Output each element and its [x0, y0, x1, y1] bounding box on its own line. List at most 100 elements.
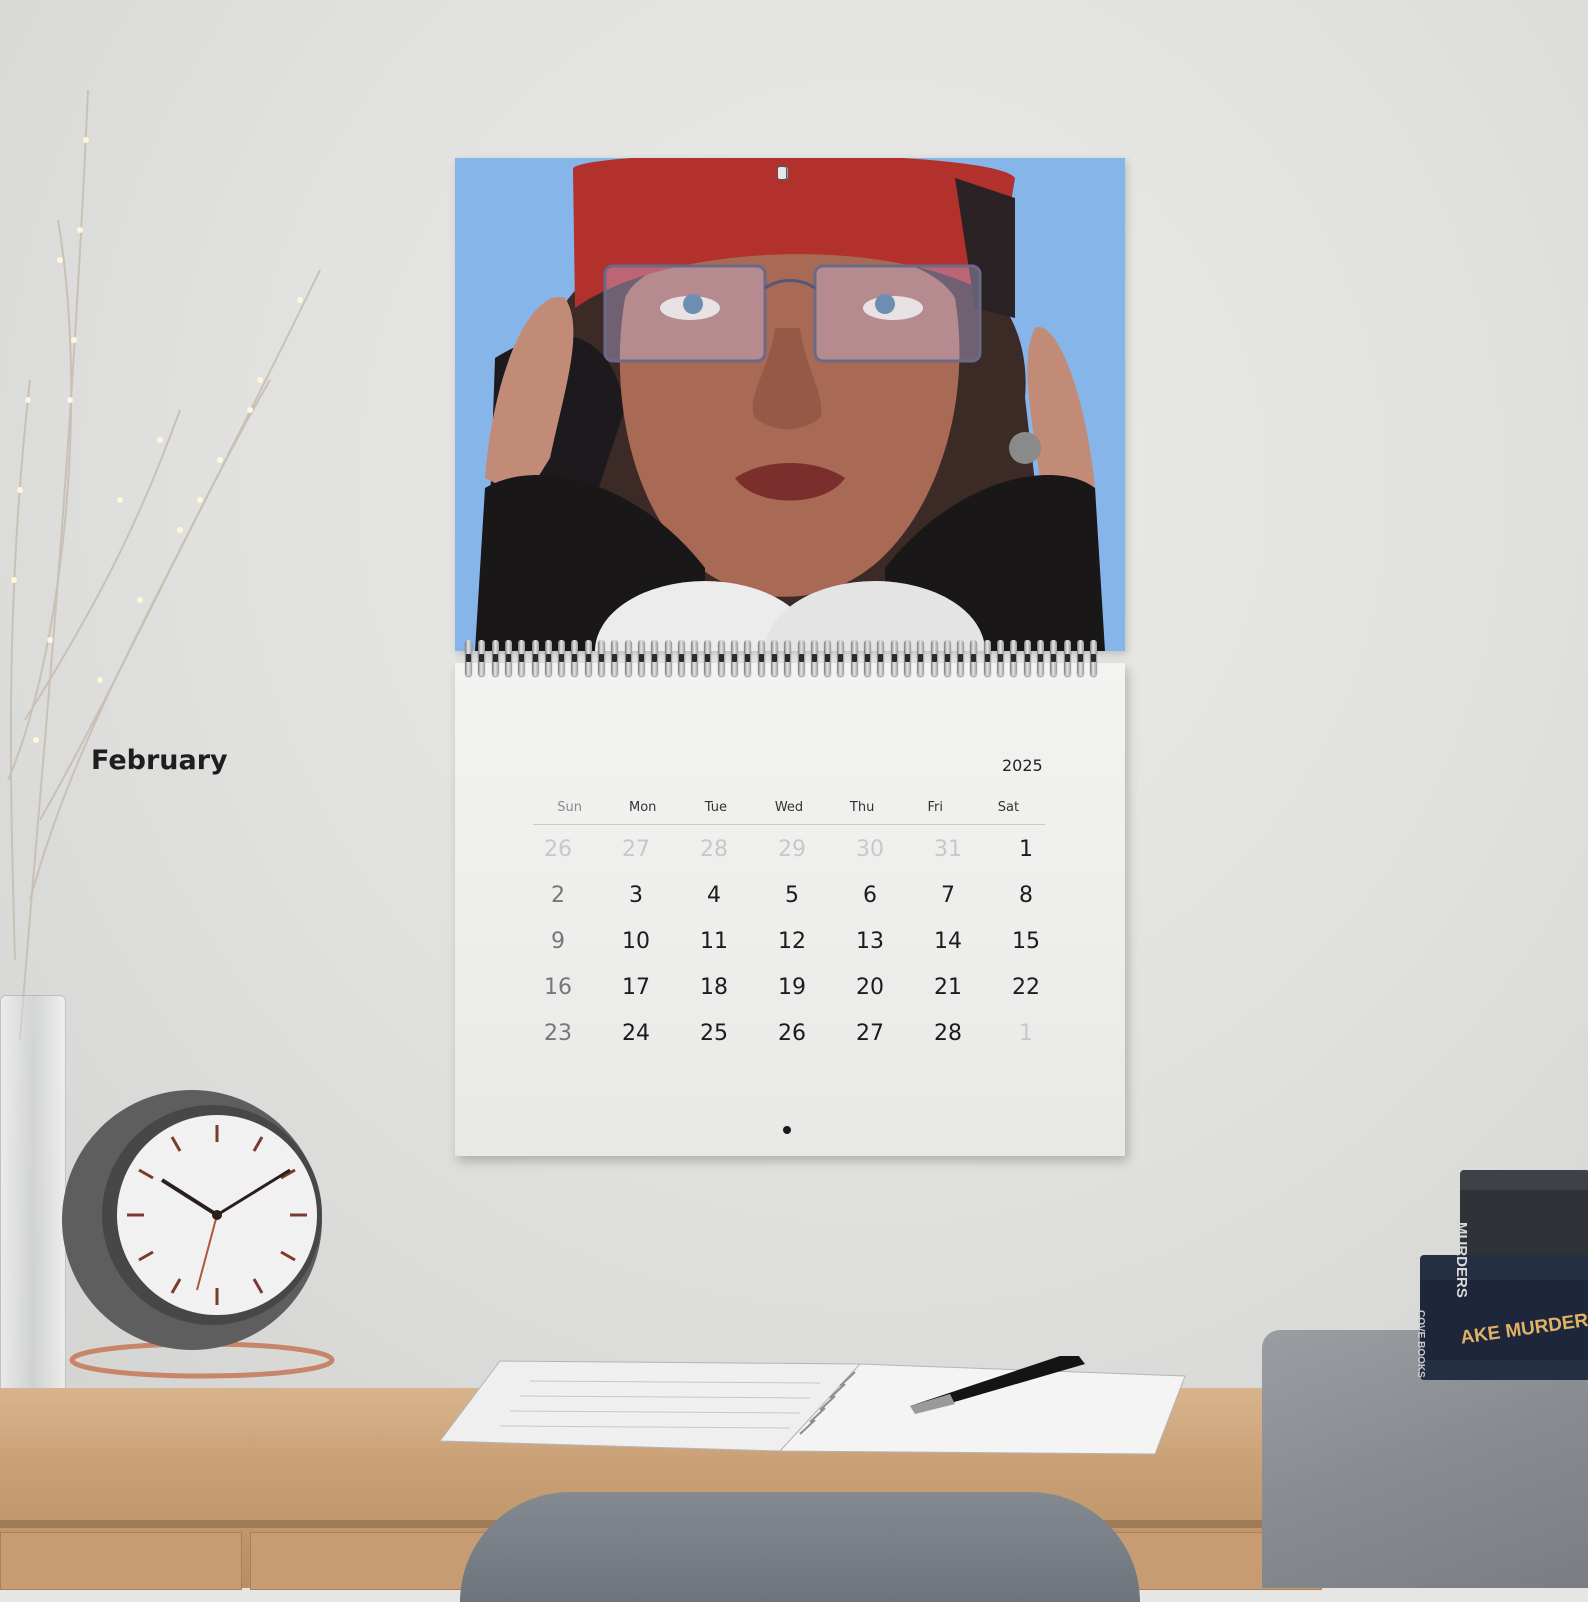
day-cell: 28 [934, 1021, 962, 1046]
binding-ring [1090, 640, 1098, 676]
binding-ring [504, 640, 512, 676]
binding-ring [850, 640, 858, 676]
binding-ring [837, 640, 845, 676]
day-cell: 27 [622, 837, 650, 862]
day-cell: 6 [863, 883, 877, 908]
calendar-year: 2025 [1002, 756, 1043, 775]
books-illustration [1420, 1170, 1588, 1380]
day-cell: 16 [544, 975, 572, 1000]
day-grid: 26 27 28 29 30 31 1 2 3 4 5 6 7 8 9 10 1… [519, 832, 1065, 1062]
binding-ring [877, 640, 885, 676]
weekday-label: Thu [849, 800, 875, 815]
binding-ring [717, 640, 725, 676]
day-cell: 5 [785, 883, 799, 908]
binding-ring [797, 640, 805, 676]
binding-ring [1050, 640, 1058, 676]
binding-ring [691, 640, 699, 676]
binding-ring [943, 640, 951, 676]
binding-ring [584, 640, 592, 676]
week-row: 16 17 18 19 20 21 22 [519, 970, 1065, 1016]
binding-ring [664, 640, 672, 676]
day-cell: 11 [700, 929, 728, 954]
day-cell: 27 [856, 1021, 884, 1046]
book-stack: MURDERS AKE MURDERS COVE BOOKS [1415, 1170, 1588, 1380]
day-cell: 22 [1012, 975, 1040, 1000]
binding-ring [997, 640, 1004, 676]
day-cell: 28 [700, 837, 728, 862]
desk-drawer [0, 1532, 242, 1590]
binding-ring [770, 640, 778, 676]
binding-ring [518, 640, 526, 676]
binding-ring [1076, 640, 1084, 676]
binding-ring [1063, 640, 1071, 676]
binding-ring [637, 640, 645, 676]
week-row: 9 10 11 12 13 14 15 [519, 924, 1065, 970]
binding-ring [677, 640, 685, 676]
day-cell: 29 [778, 837, 806, 862]
day-cell: 23 [544, 1021, 572, 1046]
page-hole [783, 1126, 791, 1134]
binding-ring [598, 640, 605, 676]
binding-ring [731, 640, 738, 676]
binding-ring [544, 640, 552, 676]
weekday-label: Sat [997, 800, 1020, 815]
binding-ring [890, 640, 898, 676]
portrait-illustration [455, 158, 1125, 651]
day-cell: 26 [544, 837, 572, 862]
binding-ring [531, 640, 539, 676]
day-cell: 30 [856, 837, 884, 862]
day-cell: 12 [778, 929, 806, 954]
binding-ring [1023, 640, 1031, 676]
day-cell: 1 [1019, 837, 1033, 862]
day-cell: 7 [941, 883, 955, 908]
binding-ring [611, 640, 619, 676]
binding-ring [465, 640, 472, 676]
weekday-header: Sun Mon Tue Wed Thu Fri Sat [533, 800, 1045, 825]
day-cell: 17 [622, 975, 650, 1000]
week-row: 23 24 25 26 27 28 1 [519, 1016, 1065, 1062]
desk-clock [62, 1090, 335, 1379]
spiral-binding [465, 640, 1115, 680]
open-notebook [439, 1356, 1186, 1455]
binding-ring [983, 640, 991, 676]
binding-ring [744, 640, 752, 676]
week-row: 26 27 28 29 30 31 1 [519, 832, 1065, 878]
binding-ring [957, 640, 965, 676]
binding-ring [478, 640, 486, 676]
binding-ring [810, 640, 818, 676]
day-cell: 21 [934, 975, 962, 1000]
book-spine-top: MURDERS [1453, 1222, 1470, 1298]
book-publisher: COVE BOOKS [1415, 1310, 1426, 1378]
binding-ring [491, 640, 499, 676]
day-cell: 13 [856, 929, 884, 954]
day-cell: 19 [778, 975, 806, 1000]
day-cell: 25 [700, 1021, 728, 1046]
calendar-photo [455, 158, 1125, 651]
binding-ring [903, 640, 911, 676]
day-cell: 2 [551, 883, 565, 908]
day-cell: 18 [700, 975, 728, 1000]
week-row: 2 3 4 5 6 7 8 [519, 878, 1065, 924]
day-cell: 26 [778, 1021, 806, 1046]
day-cell: 24 [622, 1021, 650, 1046]
binding-ring [624, 640, 632, 676]
binding-ring [704, 640, 712, 676]
binding-ring [1010, 640, 1018, 676]
day-cell: 20 [856, 975, 884, 1000]
day-cell: 9 [551, 929, 565, 954]
binding-ring [558, 640, 566, 676]
day-cell: 10 [622, 929, 650, 954]
binding-ring [784, 640, 792, 676]
day-cell: 3 [629, 883, 643, 908]
hanging-hook [777, 166, 787, 180]
binding-ring [651, 640, 659, 676]
binding-ring [824, 640, 832, 676]
office-chair-back [460, 1492, 1140, 1602]
day-cell: 15 [1012, 929, 1040, 954]
weekday-label: Sun [557, 800, 582, 815]
day-cell: 1 [1019, 1021, 1033, 1046]
binding-ring [864, 640, 871, 676]
binding-ring [1036, 640, 1044, 676]
binding-ring [757, 640, 765, 676]
binding-ring [571, 640, 579, 676]
